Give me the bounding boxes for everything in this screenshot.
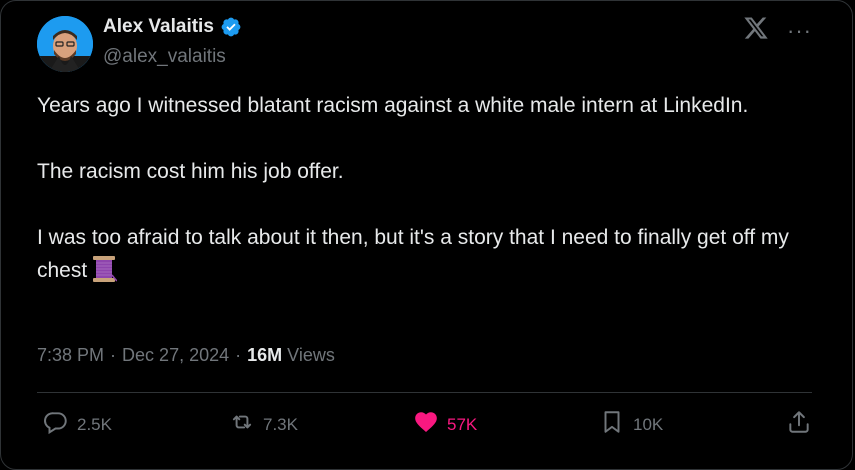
tweet-card: Alex Valaitis @alex_valaitis ··· Years a… bbox=[0, 0, 853, 470]
heart-icon bbox=[413, 409, 439, 440]
divider bbox=[37, 392, 812, 393]
like-count: 57K bbox=[447, 414, 478, 434]
tweet-paragraph-3: I was too afraid to talk about it then, … bbox=[37, 221, 817, 287]
tweet-paragraph-3-text: I was too afraid to talk about it then, … bbox=[37, 226, 789, 282]
author-display-name[interactable]: Alex Valaitis bbox=[103, 16, 214, 38]
repost-button[interactable]: 7.3K bbox=[229, 409, 298, 440]
reply-count: 2.5K bbox=[77, 414, 112, 434]
like-button[interactable]: 57K bbox=[413, 409, 477, 440]
tweet-date[interactable]: Dec 27, 2024 bbox=[122, 345, 229, 366]
views-count[interactable]: 16M bbox=[247, 345, 282, 366]
tweet-paragraph-2: The racism cost him his job offer. bbox=[37, 160, 344, 183]
tweet-time[interactable]: 7:38 PM bbox=[37, 345, 104, 366]
avatar-image bbox=[37, 16, 93, 72]
meta-separator: · bbox=[235, 345, 242, 365]
repost-count: 7.3K bbox=[263, 414, 298, 434]
action-bar: 2.5K 7.3K 57K 10K bbox=[37, 409, 812, 443]
meta-separator: · bbox=[110, 345, 117, 365]
views-label[interactable]: Views bbox=[287, 345, 335, 366]
header-actions: ··· bbox=[743, 15, 812, 46]
verified-badge-icon bbox=[220, 16, 242, 38]
tweet-text: Years ago I witnessed blatant racism aga… bbox=[37, 89, 817, 287]
reply-icon bbox=[43, 409, 69, 440]
share-icon bbox=[786, 409, 812, 440]
tweet-meta: 7:38 PM · Dec 27, 2024 · 16M Views bbox=[37, 345, 335, 366]
thread-spool-icon bbox=[91, 255, 118, 283]
share-button[interactable] bbox=[786, 409, 812, 440]
author-name-row[interactable]: Alex Valaitis bbox=[103, 16, 242, 38]
bookmark-icon bbox=[599, 409, 625, 440]
more-options-icon[interactable]: ··· bbox=[787, 19, 812, 41]
bookmark-button[interactable]: 10K bbox=[599, 409, 663, 440]
author-handle[interactable]: @alex_valaitis bbox=[103, 46, 226, 68]
bookmark-count: 10K bbox=[633, 414, 664, 434]
tweet-paragraph-1: Years ago I witnessed blatant racism aga… bbox=[37, 94, 749, 117]
repost-icon bbox=[229, 409, 255, 440]
x-logo-icon[interactable] bbox=[743, 15, 769, 46]
avatar[interactable] bbox=[37, 16, 93, 72]
reply-button[interactable]: 2.5K bbox=[43, 409, 112, 440]
